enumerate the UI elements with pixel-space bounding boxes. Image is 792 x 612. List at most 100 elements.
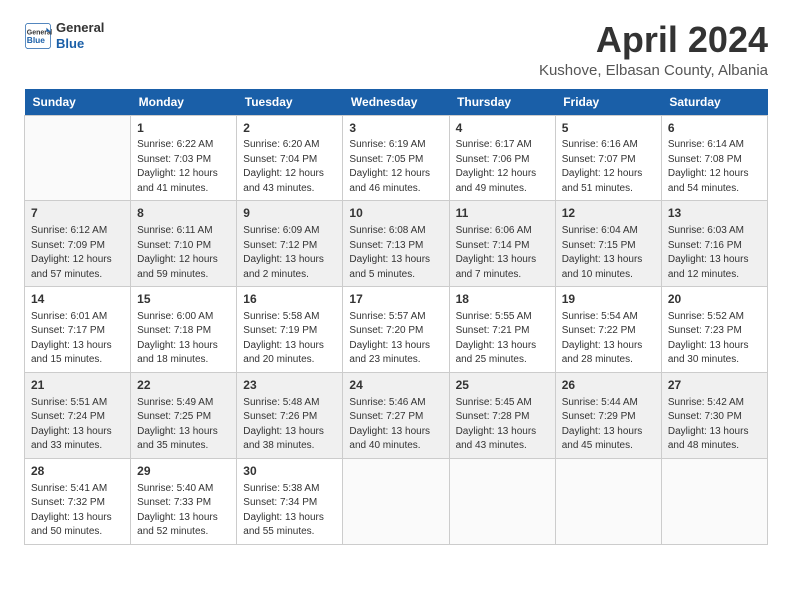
calendar-week-row: 21Sunrise: 5:51 AM Sunset: 7:24 PM Dayli… <box>25 372 768 458</box>
calendar-day-cell: 19 Sunrise: 5:54 AM Sunset: 7:22 PM Dayli… <box>555 287 661 373</box>
day-info: Sunrise: 6:08 AM Sunset: 7:13 PM Dayligh… <box>349 224 442 282</box>
day-number: 11 <box>456 205 549 222</box>
weekday-header-thursday: Thursday <box>449 89 555 116</box>
calendar-day-cell: 24Sunrise: 5:46 AM Sunset: 7:27 PM Dayli… <box>343 372 449 458</box>
day-info: Sunrise: 6:22 AM Sunset: 7:03 PM Dayligh… <box>137 138 230 196</box>
calendar-day-cell: 26 Sunrise: 5:44 AM Sunset: 7:29 PM Dayli… <box>555 372 661 458</box>
day-number: 24 <box>349 377 442 394</box>
day-number: 29 <box>137 463 230 480</box>
calendar-empty-cell <box>555 458 661 544</box>
day-info: Sunrise: 6:12 AM Sunset: 7:09 PM Dayligh… <box>31 224 124 282</box>
day-number: 25 <box>456 377 549 394</box>
day-number: 5 <box>562 120 655 137</box>
day-number: 10 <box>349 205 442 222</box>
day-info: Sunrise: 5:41 AM Sunset: 7:32 PM Dayligh… <box>31 482 124 540</box>
day-info: Sunrise: 6:01 AM Sunset: 7:17 PM Dayligh… <box>31 310 124 368</box>
calendar-day-cell: 25 Sunrise: 5:45 AM Sunset: 7:28 PM Dayli… <box>449 372 555 458</box>
calendar-empty-cell <box>343 458 449 544</box>
logo-text-line2: Blue <box>56 36 104 52</box>
calendar-week-row: 14 Sunrise: 6:01 AM Sunset: 7:17 PM Dayli… <box>25 287 768 373</box>
calendar-week-row: 28 Sunrise: 5:41 AM Sunset: 7:32 PM Dayli… <box>25 458 768 544</box>
calendar-day-cell: 22 Sunrise: 5:49 AM Sunset: 7:25 PM Dayli… <box>131 372 237 458</box>
day-number: 8 <box>137 205 230 222</box>
calendar-week-row: 7Sunrise: 6:12 AM Sunset: 7:09 PM Daylig… <box>25 201 768 287</box>
day-number: 17 <box>349 291 442 308</box>
day-info: Sunrise: 5:52 AM Sunset: 7:23 PM Dayligh… <box>668 310 761 368</box>
calendar-day-cell: 30 Sunrise: 5:38 AM Sunset: 7:34 PM Dayli… <box>237 458 343 544</box>
calendar-week-row: 1Sunrise: 6:22 AM Sunset: 7:03 PM Daylig… <box>25 115 768 201</box>
day-info: Sunrise: 5:44 AM Sunset: 7:29 PM Dayligh… <box>562 396 655 454</box>
day-info: Sunrise: 5:54 AM Sunset: 7:22 PM Dayligh… <box>562 310 655 368</box>
day-info: Sunrise: 5:55 AM Sunset: 7:21 PM Dayligh… <box>456 310 549 368</box>
calendar-day-cell: 6Sunrise: 6:14 AM Sunset: 7:08 PM Daylig… <box>661 115 767 201</box>
calendar-day-cell: 3Sunrise: 6:19 AM Sunset: 7:05 PM Daylig… <box>343 115 449 201</box>
day-number: 27 <box>668 377 761 394</box>
day-number: 9 <box>243 205 336 222</box>
day-info: Sunrise: 6:20 AM Sunset: 7:04 PM Dayligh… <box>243 138 336 196</box>
day-info: Sunrise: 6:04 AM Sunset: 7:15 PM Dayligh… <box>562 224 655 282</box>
location-subtitle: Kushove, Elbasan County, Albania <box>539 62 768 79</box>
day-info: Sunrise: 5:57 AM Sunset: 7:20 PM Dayligh… <box>349 310 442 368</box>
day-number: 26 <box>562 377 655 394</box>
calendar-day-cell: 4Sunrise: 6:17 AM Sunset: 7:06 PM Daylig… <box>449 115 555 201</box>
day-info: Sunrise: 6:06 AM Sunset: 7:14 PM Dayligh… <box>456 224 549 282</box>
calendar-day-cell: 16 Sunrise: 5:58 AM Sunset: 7:19 PM Dayli… <box>237 287 343 373</box>
day-number: 30 <box>243 463 336 480</box>
day-info: Sunrise: 5:58 AM Sunset: 7:19 PM Dayligh… <box>243 310 336 368</box>
day-number: 22 <box>137 377 230 394</box>
day-info: Sunrise: 6:03 AM Sunset: 7:16 PM Dayligh… <box>668 224 761 282</box>
day-number: 19 <box>562 291 655 308</box>
day-number: 28 <box>31 463 124 480</box>
calendar-day-cell: 23 Sunrise: 5:48 AM Sunset: 7:26 PM Dayli… <box>237 372 343 458</box>
calendar-day-cell: 2Sunrise: 6:20 AM Sunset: 7:04 PM Daylig… <box>237 115 343 201</box>
weekday-header-tuesday: Tuesday <box>237 89 343 116</box>
day-info: Sunrise: 5:51 AM Sunset: 7:24 PM Dayligh… <box>31 396 124 454</box>
day-info: Sunrise: 5:49 AM Sunset: 7:25 PM Dayligh… <box>137 396 230 454</box>
day-info: Sunrise: 5:38 AM Sunset: 7:34 PM Dayligh… <box>243 482 336 540</box>
logo: General Blue General Blue <box>24 20 104 51</box>
logo-icon: General Blue <box>24 22 52 50</box>
calendar-empty-cell <box>449 458 555 544</box>
calendar-empty-cell <box>25 115 131 201</box>
calendar-day-cell: 5Sunrise: 6:16 AM Sunset: 7:07 PM Daylig… <box>555 115 661 201</box>
day-info: Sunrise: 5:45 AM Sunset: 7:28 PM Dayligh… <box>456 396 549 454</box>
day-info: Sunrise: 5:48 AM Sunset: 7:26 PM Dayligh… <box>243 396 336 454</box>
day-info: Sunrise: 6:11 AM Sunset: 7:10 PM Dayligh… <box>137 224 230 282</box>
weekday-header-wednesday: Wednesday <box>343 89 449 116</box>
calendar-table: SundayMondayTuesdayWednesdayThursdayFrid… <box>24 89 768 545</box>
calendar-day-cell: 15 Sunrise: 6:00 AM Sunset: 7:18 PM Dayli… <box>131 287 237 373</box>
calendar-day-cell: 29 Sunrise: 5:40 AM Sunset: 7:33 PM Dayli… <box>131 458 237 544</box>
day-number: 23 <box>243 377 336 394</box>
day-info: Sunrise: 6:09 AM Sunset: 7:12 PM Dayligh… <box>243 224 336 282</box>
calendar-day-cell: 18Sunrise: 5:55 AM Sunset: 7:21 PM Dayli… <box>449 287 555 373</box>
day-number: 13 <box>668 205 761 222</box>
weekday-header-monday: Monday <box>131 89 237 116</box>
day-number: 2 <box>243 120 336 137</box>
day-number: 20 <box>668 291 761 308</box>
calendar-empty-cell <box>661 458 767 544</box>
calendar-day-cell: 1Sunrise: 6:22 AM Sunset: 7:03 PM Daylig… <box>131 115 237 201</box>
day-number: 16 <box>243 291 336 308</box>
day-number: 4 <box>456 120 549 137</box>
weekday-header-row: SundayMondayTuesdayWednesdayThursdayFrid… <box>25 89 768 116</box>
calendar-day-cell: 7Sunrise: 6:12 AM Sunset: 7:09 PM Daylig… <box>25 201 131 287</box>
day-number: 15 <box>137 291 230 308</box>
day-number: 14 <box>31 291 124 308</box>
calendar-day-cell: 28 Sunrise: 5:41 AM Sunset: 7:32 PM Dayli… <box>25 458 131 544</box>
day-info: Sunrise: 5:42 AM Sunset: 7:30 PM Dayligh… <box>668 396 761 454</box>
day-number: 6 <box>668 120 761 137</box>
weekday-header-friday: Friday <box>555 89 661 116</box>
calendar-day-cell: 21Sunrise: 5:51 AM Sunset: 7:24 PM Dayli… <box>25 372 131 458</box>
calendar-day-cell: 14 Sunrise: 6:01 AM Sunset: 7:17 PM Dayli… <box>25 287 131 373</box>
calendar-day-cell: 13 Sunrise: 6:03 AM Sunset: 7:16 PM Dayli… <box>661 201 767 287</box>
calendar-day-cell: 12 Sunrise: 6:04 AM Sunset: 7:15 PM Dayli… <box>555 201 661 287</box>
day-info: Sunrise: 6:16 AM Sunset: 7:07 PM Dayligh… <box>562 138 655 196</box>
day-number: 12 <box>562 205 655 222</box>
title-block: April 2024 Kushove, Elbasan County, Alba… <box>539 20 768 79</box>
logo-text-line1: General <box>56 20 104 36</box>
day-info: Sunrise: 5:40 AM Sunset: 7:33 PM Dayligh… <box>137 482 230 540</box>
day-info: Sunrise: 6:00 AM Sunset: 7:18 PM Dayligh… <box>137 310 230 368</box>
day-info: Sunrise: 6:17 AM Sunset: 7:06 PM Dayligh… <box>456 138 549 196</box>
svg-text:Blue: Blue <box>27 35 45 45</box>
calendar-day-cell: 11 Sunrise: 6:06 AM Sunset: 7:14 PM Dayli… <box>449 201 555 287</box>
